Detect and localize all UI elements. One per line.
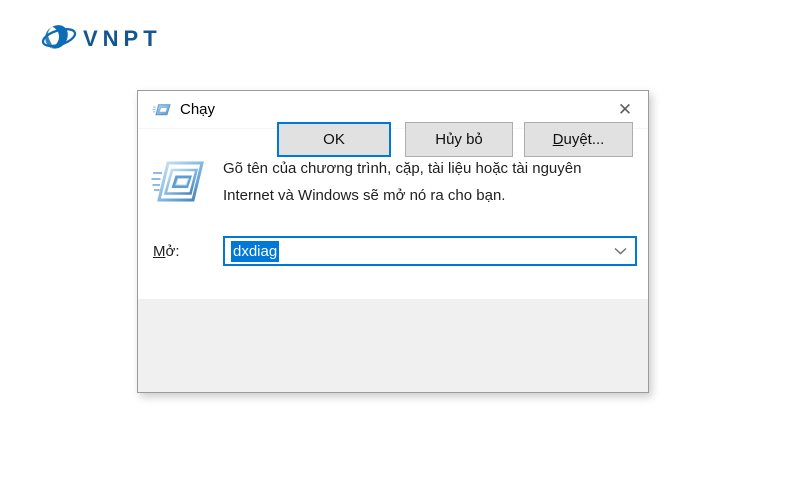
close-icon: ✕ [617,100,633,119]
browse-button[interactable]: Duyệt... [524,122,633,157]
run-icon [152,103,171,117]
browse-button-accesskey: D [552,131,564,148]
dialog-title: Chạy [180,101,216,118]
run-icon-large [150,157,206,212]
cancel-button[interactable]: Hủy bỏ [405,122,513,157]
dialog-message: Gõ tên của chương trình, cặp, tài liệu h… [223,155,581,209]
dialog-message-line2: Internet và Windows sẽ mở nó ra cho bạn. [223,187,506,204]
dropdown-button[interactable] [605,238,635,264]
browse-button-rest: uyệt... [563,131,605,148]
page-background: VNPT Chạy ✕ Gõ tên của chương trình, cặp… [0,0,800,500]
vnpt-logo: VNPT [40,20,162,58]
vnpt-logo-text: VNPT [83,26,162,51]
vnpt-globe-icon [40,20,78,58]
ok-button[interactable]: OK [277,122,391,157]
run-dialog: Chạy ✕ Gõ tên của chương trình, cặp, tài… [137,90,649,393]
dialog-message-line1: Gõ tên của chương trình, cặp, tài liệu h… [223,160,582,177]
open-input-value: dxdiag [231,240,280,262]
open-label-rest: ở: [165,243,180,260]
chevron-down-icon [614,247,627,255]
open-label: Mở: [153,243,180,260]
open-input[interactable]: dxdiag [223,236,637,266]
open-label-accesskey: M [153,243,166,260]
dialog-footer [138,299,648,392]
